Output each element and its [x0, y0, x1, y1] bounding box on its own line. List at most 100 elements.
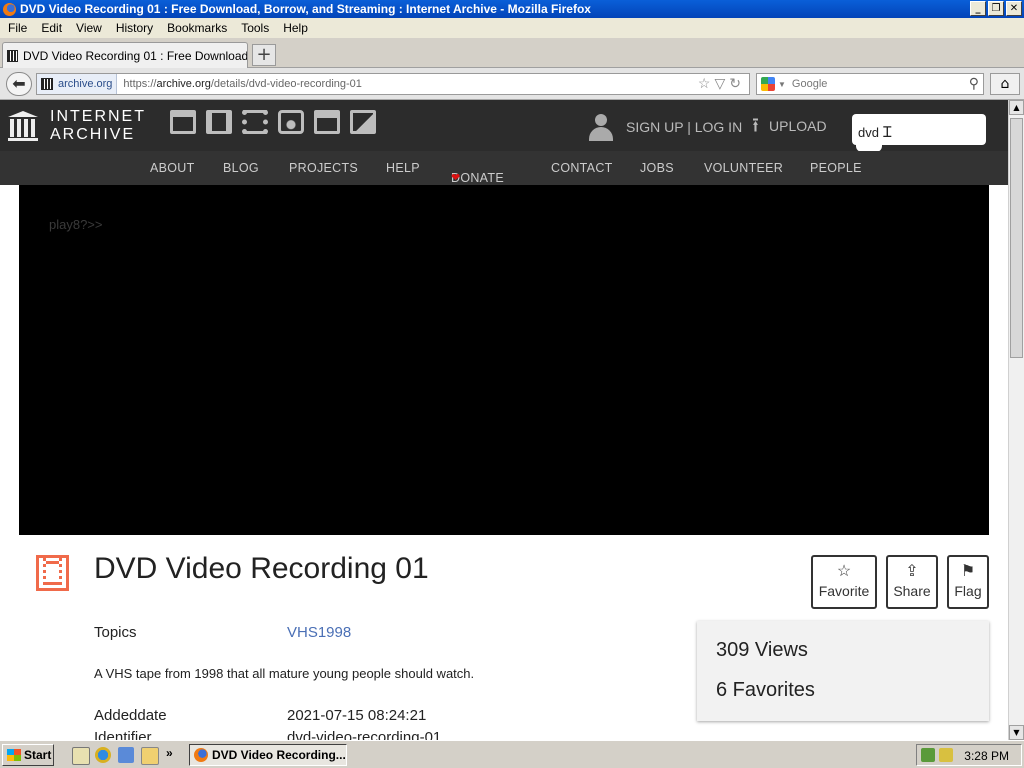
share-button[interactable]: ⇪ Share: [886, 555, 938, 609]
search-placeholder: Google: [791, 78, 828, 90]
menu-bookmarks[interactable]: Bookmarks: [159, 21, 233, 35]
page-scrollbar[interactable]: ▲ ▼: [1008, 100, 1024, 740]
quicklaunch-overflow[interactable]: »: [166, 746, 173, 760]
firefox-icon: [194, 748, 208, 762]
scroll-thumb[interactable]: [1010, 118, 1023, 358]
firefox-icon: [3, 2, 16, 16]
stats-panel: 309 Views 6 Favorites: [697, 621, 989, 721]
nav-contact[interactable]: CONTACT: [551, 161, 613, 175]
bookmark-star-icon[interactable]: ☆: [698, 75, 715, 91]
search-folder-icon[interactable]: [141, 747, 159, 765]
favorite-button[interactable]: ☆ Favorite: [811, 555, 877, 609]
video-player[interactable]: play8?>>: [19, 185, 989, 535]
ia-search-value: dvd: [858, 125, 879, 140]
close-button[interactable]: ✕: [1006, 1, 1022, 16]
site-identity[interactable]: archive.org: [37, 74, 118, 94]
minimize-button[interactable]: _: [970, 1, 986, 16]
ia-top-bar: INTERNET ARCHIVE SIGN UP | LOG IN ⭱ UPLO…: [0, 100, 1008, 152]
url-host: archive.org: [156, 78, 211, 90]
outlook-express-icon[interactable]: [118, 747, 134, 763]
google-icon[interactable]: [761, 77, 775, 91]
window-title-bar: DVD Video Recording 01 : Free Download, …: [0, 0, 1024, 18]
star-icon: ☆: [836, 563, 852, 580]
nav-projects[interactable]: PROJECTS: [289, 161, 358, 175]
home-icon: ⌂: [1000, 76, 1010, 92]
tab-active[interactable]: DVD Video Recording 01 : Free Download, …: [2, 42, 248, 68]
network-icon[interactable]: [921, 748, 935, 762]
menu-edit[interactable]: Edit: [33, 21, 68, 35]
user-area: SIGN UP | LOG IN: [588, 112, 742, 142]
addeddate-value: 2021-07-15 08:24:21: [287, 707, 427, 724]
reload-icon[interactable]: ↻: [729, 75, 745, 91]
back-button[interactable]: ⬅: [6, 72, 32, 96]
system-tray: 3:28 PM: [916, 744, 1022, 766]
windows-logo-icon: [7, 749, 21, 761]
menu-history[interactable]: History: [108, 21, 159, 35]
nav-blog[interactable]: BLOG: [223, 161, 259, 175]
clock: 3:28 PM: [964, 749, 1009, 763]
tab-bar: DVD Video Recording 01 : Free Download, …: [0, 38, 1024, 68]
flag-label: Flag: [954, 583, 982, 599]
url-bar[interactable]: archive.org https://archive.org/details/…: [36, 73, 750, 95]
player-text: play8?>>: [49, 217, 103, 232]
restore-button[interactable]: ❐: [988, 1, 1004, 16]
search-bar[interactable]: ▼ Google ⚲: [756, 73, 984, 95]
show-desktop-icon[interactable]: [72, 747, 90, 765]
start-button[interactable]: Start: [2, 744, 54, 766]
scroll-down-icon[interactable]: ▼: [1009, 725, 1024, 740]
views-count: 309 Views: [716, 639, 808, 661]
internet-archive-favicon: [7, 49, 18, 62]
share-label: Share: [893, 583, 931, 599]
url-text: https://archive.org/details/dvd-video-re…: [117, 78, 361, 90]
scroll-up-icon[interactable]: ▲: [1009, 100, 1024, 115]
flag-button[interactable]: ⚑ Flag: [947, 555, 989, 609]
audio-icon[interactable]: [278, 110, 304, 134]
web-icon[interactable]: [170, 110, 196, 134]
menu-bar: File Edit View History Bookmarks Tools H…: [0, 18, 1024, 38]
search-icon[interactable]: ⚲: [969, 75, 979, 92]
page-viewport: INTERNET ARCHIVE SIGN UP | LOG IN ⭱ UPLO…: [0, 100, 1008, 740]
home-button[interactable]: ⌂: [990, 73, 1020, 95]
flag-icon: ⚑: [960, 563, 976, 580]
url-scheme: https://: [123, 78, 157, 90]
topics-link[interactable]: VHS1998: [287, 624, 351, 641]
ia-logo[interactable]: INTERNET ARCHIVE: [8, 108, 146, 144]
start-label: Start: [24, 748, 52, 762]
nav-about[interactable]: ABOUT: [150, 161, 195, 175]
identifier-label: Identifier: [94, 729, 152, 740]
taskbar-firefox-button[interactable]: DVD Video Recording...: [189, 744, 347, 766]
taskbar: Start » DVD Video Recording... 3:28 PM: [0, 740, 1024, 768]
texts-icon[interactable]: [206, 110, 232, 134]
menu-tools[interactable]: Tools: [233, 21, 275, 35]
favorites-count: 6 Favorites: [716, 679, 815, 701]
user-icon[interactable]: [588, 112, 614, 142]
menu-file[interactable]: File: [0, 21, 33, 35]
upload-label: UPLOAD: [769, 118, 827, 134]
identifier-value: dvd-video-recording-01: [287, 729, 442, 740]
new-tab-button[interactable]: +: [252, 44, 276, 66]
ia-nav-bar: ABOUT BLOG PROJECTS HELP DONATE ❤ CONTAC…: [0, 151, 1008, 185]
security-icon[interactable]: [939, 748, 953, 762]
menu-help[interactable]: Help: [275, 21, 314, 35]
topics-label: Topics: [94, 624, 137, 641]
nav-jobs[interactable]: JOBS: [640, 161, 674, 175]
images-icon[interactable]: [350, 110, 376, 134]
internet-explorer-icon[interactable]: [95, 747, 111, 763]
nav-people[interactable]: PEOPLE: [810, 161, 862, 175]
film-strip-frame: [46, 561, 59, 585]
software-icon[interactable]: [314, 110, 340, 134]
share-icon: ⇪: [905, 563, 919, 580]
back-arrow-icon: ⬅: [12, 74, 26, 93]
video-icon[interactable]: [242, 110, 268, 134]
menu-view[interactable]: View: [68, 21, 108, 35]
search-engine-dropdown-icon[interactable]: ▼: [778, 80, 786, 89]
nav-help[interactable]: HELP: [386, 161, 420, 175]
dropdown-icon[interactable]: ▽: [714, 75, 729, 91]
nav-volunteer[interactable]: VOLUNTEER: [704, 161, 783, 175]
upload-icon: ⭱: [752, 115, 759, 137]
signup-login-link[interactable]: SIGN UP | LOG IN: [626, 119, 742, 135]
ia-search-input[interactable]: dvd Ɪ: [852, 114, 986, 152]
media-type-icons: [170, 110, 376, 134]
heart-icon: ❤: [451, 172, 461, 184]
upload-link[interactable]: ⭱ UPLOAD: [752, 116, 827, 136]
